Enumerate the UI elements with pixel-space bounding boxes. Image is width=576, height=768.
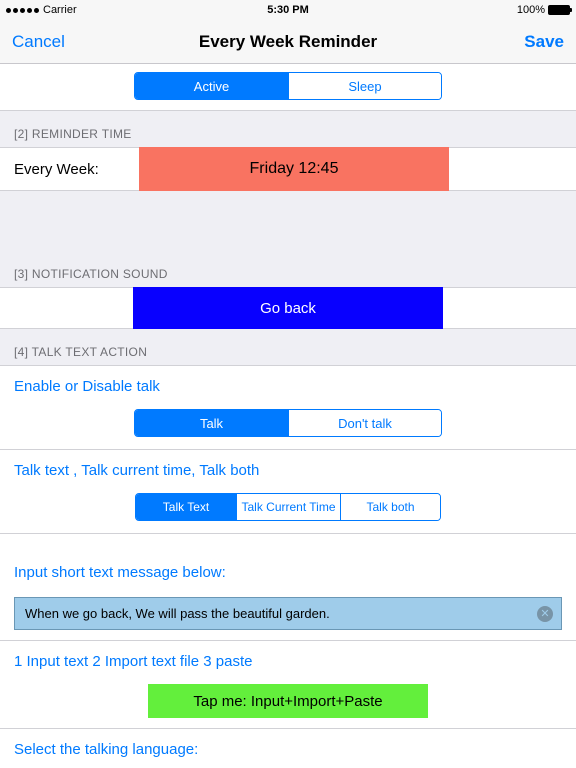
seg-active[interactable]: Active: [135, 73, 288, 99]
seg-dont-talk[interactable]: Don't talk: [288, 410, 441, 436]
carrier-label: Carrier: [43, 4, 77, 16]
battery-icon: [548, 5, 570, 15]
talk-mode-segmented[interactable]: Talk Text Talk Current Time Talk both: [135, 493, 441, 521]
notification-sound-button[interactable]: Go back: [133, 287, 443, 329]
cancel-button[interactable]: Cancel: [12, 32, 65, 52]
seg-talk-text[interactable]: Talk Text: [136, 494, 236, 520]
talk-segmented[interactable]: Talk Don't talk: [134, 409, 442, 437]
seg-talk-both[interactable]: Talk both: [340, 494, 440, 520]
section-talk-text: [4] TALK TEXT ACTION: [0, 329, 576, 365]
enable-talk-label: Enable or Disable talk: [0, 365, 576, 403]
battery-percent: 100%: [517, 4, 545, 16]
section-reminder-time: [2] REMINDER TIME: [0, 111, 576, 147]
language-label: Select the talking language:: [0, 729, 576, 766]
clear-input-icon[interactable]: ✕: [537, 606, 553, 622]
seg-talk[interactable]: Talk: [135, 410, 288, 436]
talk-mode-label: Talk text , Talk current time, Talk both: [0, 450, 576, 487]
input-message-label: Input short text message below:: [0, 558, 576, 589]
seg-sleep[interactable]: Sleep: [288, 73, 441, 99]
status-segmented[interactable]: Active Sleep: [134, 72, 442, 100]
save-button[interactable]: Save: [524, 32, 564, 52]
page-title: Every Week Reminder: [199, 32, 377, 52]
input-method-label: 1 Input text 2 Import text file 3 paste: [0, 641, 576, 678]
signal-icon: [6, 8, 39, 13]
talk-text-input[interactable]: When we go back, We will pass the beauti…: [14, 597, 562, 630]
status-bar: Carrier 5:30 PM 100%: [0, 0, 576, 20]
status-time: 5:30 PM: [267, 4, 309, 16]
seg-talk-time[interactable]: Talk Current Time: [236, 494, 340, 520]
input-import-paste-button[interactable]: Tap me: Input+Import+Paste: [148, 684, 428, 718]
section-notification-sound: [3] NOTIFICATION SOUND: [0, 251, 576, 287]
every-week-label: Every Week:: [14, 161, 139, 178]
nav-bar: Cancel Every Week Reminder Save: [0, 20, 576, 64]
reminder-time-button[interactable]: Friday 12:45: [139, 147, 449, 191]
